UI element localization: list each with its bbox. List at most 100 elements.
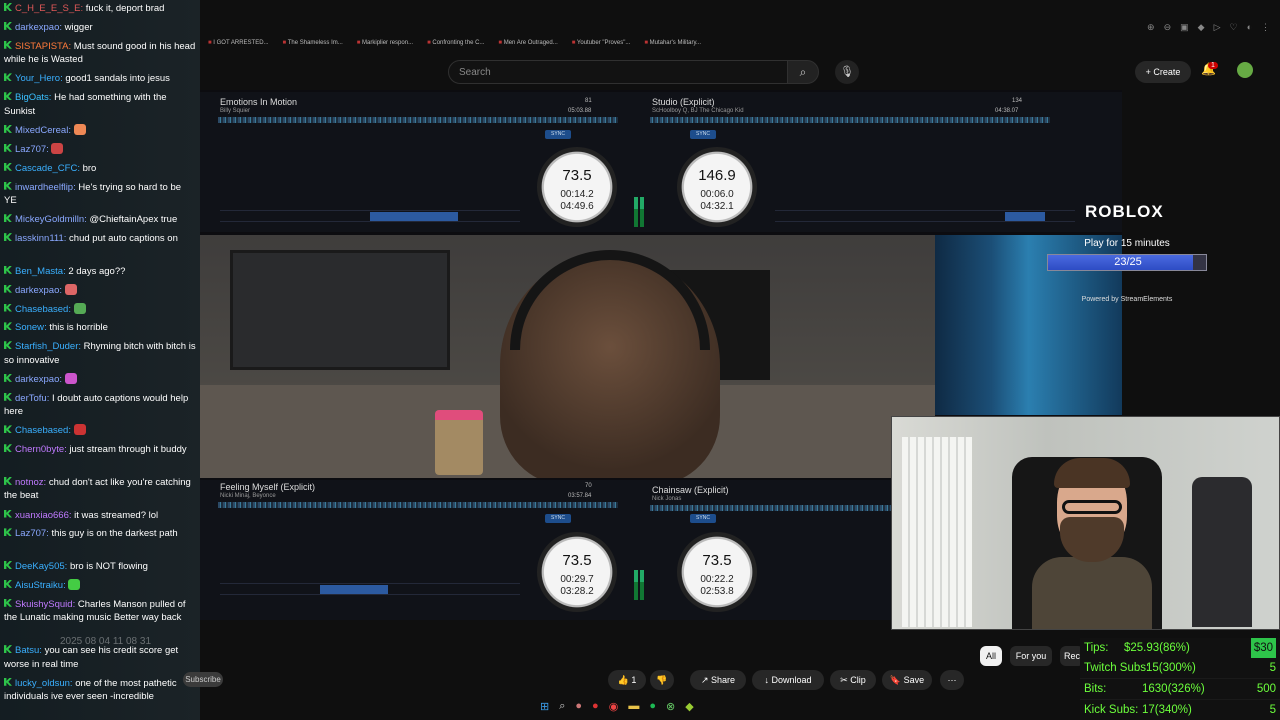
chat-username[interactable]: SkuishySquid <box>15 599 73 610</box>
dislike-button[interactable]: 👎 <box>650 670 674 690</box>
chat-username[interactable]: Starfish_Duder <box>15 341 78 352</box>
heart-icon[interactable]: ♡ <box>1229 22 1237 33</box>
loop-grid[interactable] <box>220 210 520 222</box>
like-count: 1 <box>631 675 637 685</box>
chat-overlay: C_H_E_E_S_E: fuck it, deport brad darkexp… <box>0 0 200 720</box>
chat-username[interactable]: AisuStraiku <box>15 580 63 591</box>
kick-badge-icon <box>4 182 12 190</box>
bookmark-item[interactable]: Men Are Outraged... <box>498 40 558 46</box>
chat-username[interactable]: Chern0byte <box>15 444 64 455</box>
microphone-icon[interactable]: 🎙 <box>835 60 859 84</box>
chat-username[interactable]: darkexpao <box>15 374 59 385</box>
deck2-platter[interactable]: 146.9 00:06.0 04:32.1 <box>677 147 757 227</box>
reactor-person <box>1032 458 1152 629</box>
chat-username[interactable]: MickeyGoldmilln <box>15 214 84 225</box>
app-icon[interactable]: ● <box>575 700 582 713</box>
search-icon[interactable]: ⌕ <box>559 700 565 713</box>
bookmark-item[interactable]: I GOT ARRESTED... <box>208 40 268 46</box>
bookmark-item[interactable]: Confronting the C... <box>427 40 484 46</box>
chat-username[interactable]: Sonew <box>15 322 44 333</box>
bookmark-item[interactable]: Youtuber "Proves"... <box>572 40 630 46</box>
search-icon[interactable]: ⌕ <box>787 60 819 84</box>
chip-all[interactable]: All <box>980 646 1002 666</box>
chip-for-you[interactable]: For you <box>1010 646 1052 666</box>
deck2-waveform <box>650 117 1050 123</box>
emote-icon <box>73 302 86 314</box>
chat-username[interactable]: Chasebased <box>15 425 68 436</box>
create-button[interactable]: + Create <box>1135 61 1191 83</box>
spotify-icon[interactable]: ● <box>649 700 656 713</box>
chat-message: Chasebased: <box>4 424 196 438</box>
deck2-bpm: 146.9 <box>698 167 736 184</box>
chat-message: xuanxiao666: it was streamed? lol <box>4 509 196 523</box>
chat-username[interactable]: lucky_oldsun <box>15 678 70 689</box>
share-button[interactable]: ↗ Share <box>690 670 746 690</box>
xbox-icon[interactable]: ⊗ <box>666 700 675 713</box>
deck3-bpm: 73.5 <box>562 552 592 569</box>
notification-badge: 1 <box>1208 62 1218 69</box>
chat-username[interactable]: Ben_Masta <box>15 266 63 277</box>
twitch-subs-label: Twitch Subs: <box>1084 662 1150 674</box>
chat-username[interactable]: xuanxiao666 <box>15 510 69 521</box>
deck3-platter[interactable]: 73.5 00:29.7 03:28.2 <box>537 532 617 612</box>
loop-grid[interactable] <box>775 210 1075 222</box>
chat-message: derTofu: I doubt auto captions would hel… <box>4 392 189 418</box>
chat-message: DeeKay505: bro is NOT flowing <box>4 560 196 574</box>
chat-username[interactable]: Cascade_CFC <box>15 163 77 174</box>
clip-label: Clip <box>850 675 866 685</box>
screenshot-icon[interactable]: ▣ <box>1180 22 1189 33</box>
chat-username[interactable]: notnoz <box>15 477 44 488</box>
menu-icon[interactable]: ⋮ <box>1261 22 1270 33</box>
bookmark-item[interactable]: Mutahar's Military... <box>644 40 701 46</box>
bits-goal: 500 <box>1256 683 1276 695</box>
clip-button[interactable]: ✂ Clip <box>830 670 876 690</box>
more-icon[interactable]: ⋯ <box>940 670 964 690</box>
bookmark-item[interactable]: Markiplier respon... <box>357 40 413 46</box>
chat-username[interactable]: SISTAPISTA <box>15 41 69 52</box>
sync-button[interactable]: SYNC <box>545 514 571 523</box>
chat-text: 2 days ago?? <box>68 265 126 277</box>
chat-username[interactable]: darkexpao <box>15 285 59 296</box>
sync-button[interactable]: SYNC <box>690 514 716 523</box>
avatar[interactable] <box>1237 62 1253 78</box>
chat-username[interactable]: Your_Hero <box>15 73 60 84</box>
folder-icon[interactable]: ▬ <box>628 700 639 713</box>
app-icon[interactable]: ◆ <box>685 700 693 713</box>
shield-icon[interactable]: ◆ <box>1198 22 1205 33</box>
chat-text: this is horrible <box>49 322 108 334</box>
search-input[interactable]: Search <box>448 60 788 84</box>
app-icon[interactable]: ● <box>592 700 599 713</box>
bookmark-item[interactable]: The Shameless Im... <box>283 40 343 46</box>
chat-username[interactable]: derTofu <box>15 393 47 404</box>
chat-username[interactable]: Laz707 <box>15 528 46 539</box>
tips-value: $25.93(86%) <box>1124 642 1190 654</box>
deck4-platter[interactable]: 73.5 00:22.2 02:53.8 <box>677 532 757 612</box>
play-icon[interactable]: ▷ <box>1214 22 1221 33</box>
chat-username[interactable]: Batsu <box>15 645 39 656</box>
loop-grid[interactable] <box>220 583 520 595</box>
chat-username[interactable]: lasskinn111 <box>15 233 64 244</box>
extension-icon[interactable]: ◐ <box>1247 22 1252 33</box>
chat-username[interactable]: inwardheelflip <box>15 182 73 193</box>
deck1-key: 81 <box>585 98 592 104</box>
subscribe-button[interactable]: Subscribe <box>183 672 223 687</box>
like-button[interactable]: 👍 1 <box>608 670 646 690</box>
chat-username[interactable]: darkexpao <box>15 22 59 33</box>
sync-button[interactable]: SYNC <box>690 130 716 139</box>
chat-username[interactable]: Chasebased <box>15 304 68 315</box>
zoom-out-icon[interactable]: ⊖ <box>1164 22 1172 33</box>
roblox-subtitle: Play for 15 minutes <box>1084 238 1170 249</box>
chat-username[interactable]: DeeKay505 <box>15 561 65 572</box>
chrome-icon[interactable]: ◉ <box>609 700 619 713</box>
chat-username[interactable]: C_H_E_E_S_E <box>15 3 80 14</box>
chat-username[interactable]: Laz707 <box>15 144 46 155</box>
chat-username[interactable]: MixedCereal <box>15 125 68 136</box>
zoom-in-icon[interactable]: ⊕ <box>1147 22 1155 33</box>
download-button[interactable]: ↓ Download <box>752 670 824 690</box>
chat-message: Chasebased: <box>4 302 196 317</box>
windows-start-icon[interactable]: ⊞ <box>540 700 549 713</box>
chat-username[interactable]: BigOats <box>15 92 49 103</box>
sync-button[interactable]: SYNC <box>545 130 571 139</box>
save-button[interactable]: 🔖 Save <box>882 670 932 690</box>
deck1-platter[interactable]: 73.5 00:14.2 04:49.6 <box>537 147 617 227</box>
